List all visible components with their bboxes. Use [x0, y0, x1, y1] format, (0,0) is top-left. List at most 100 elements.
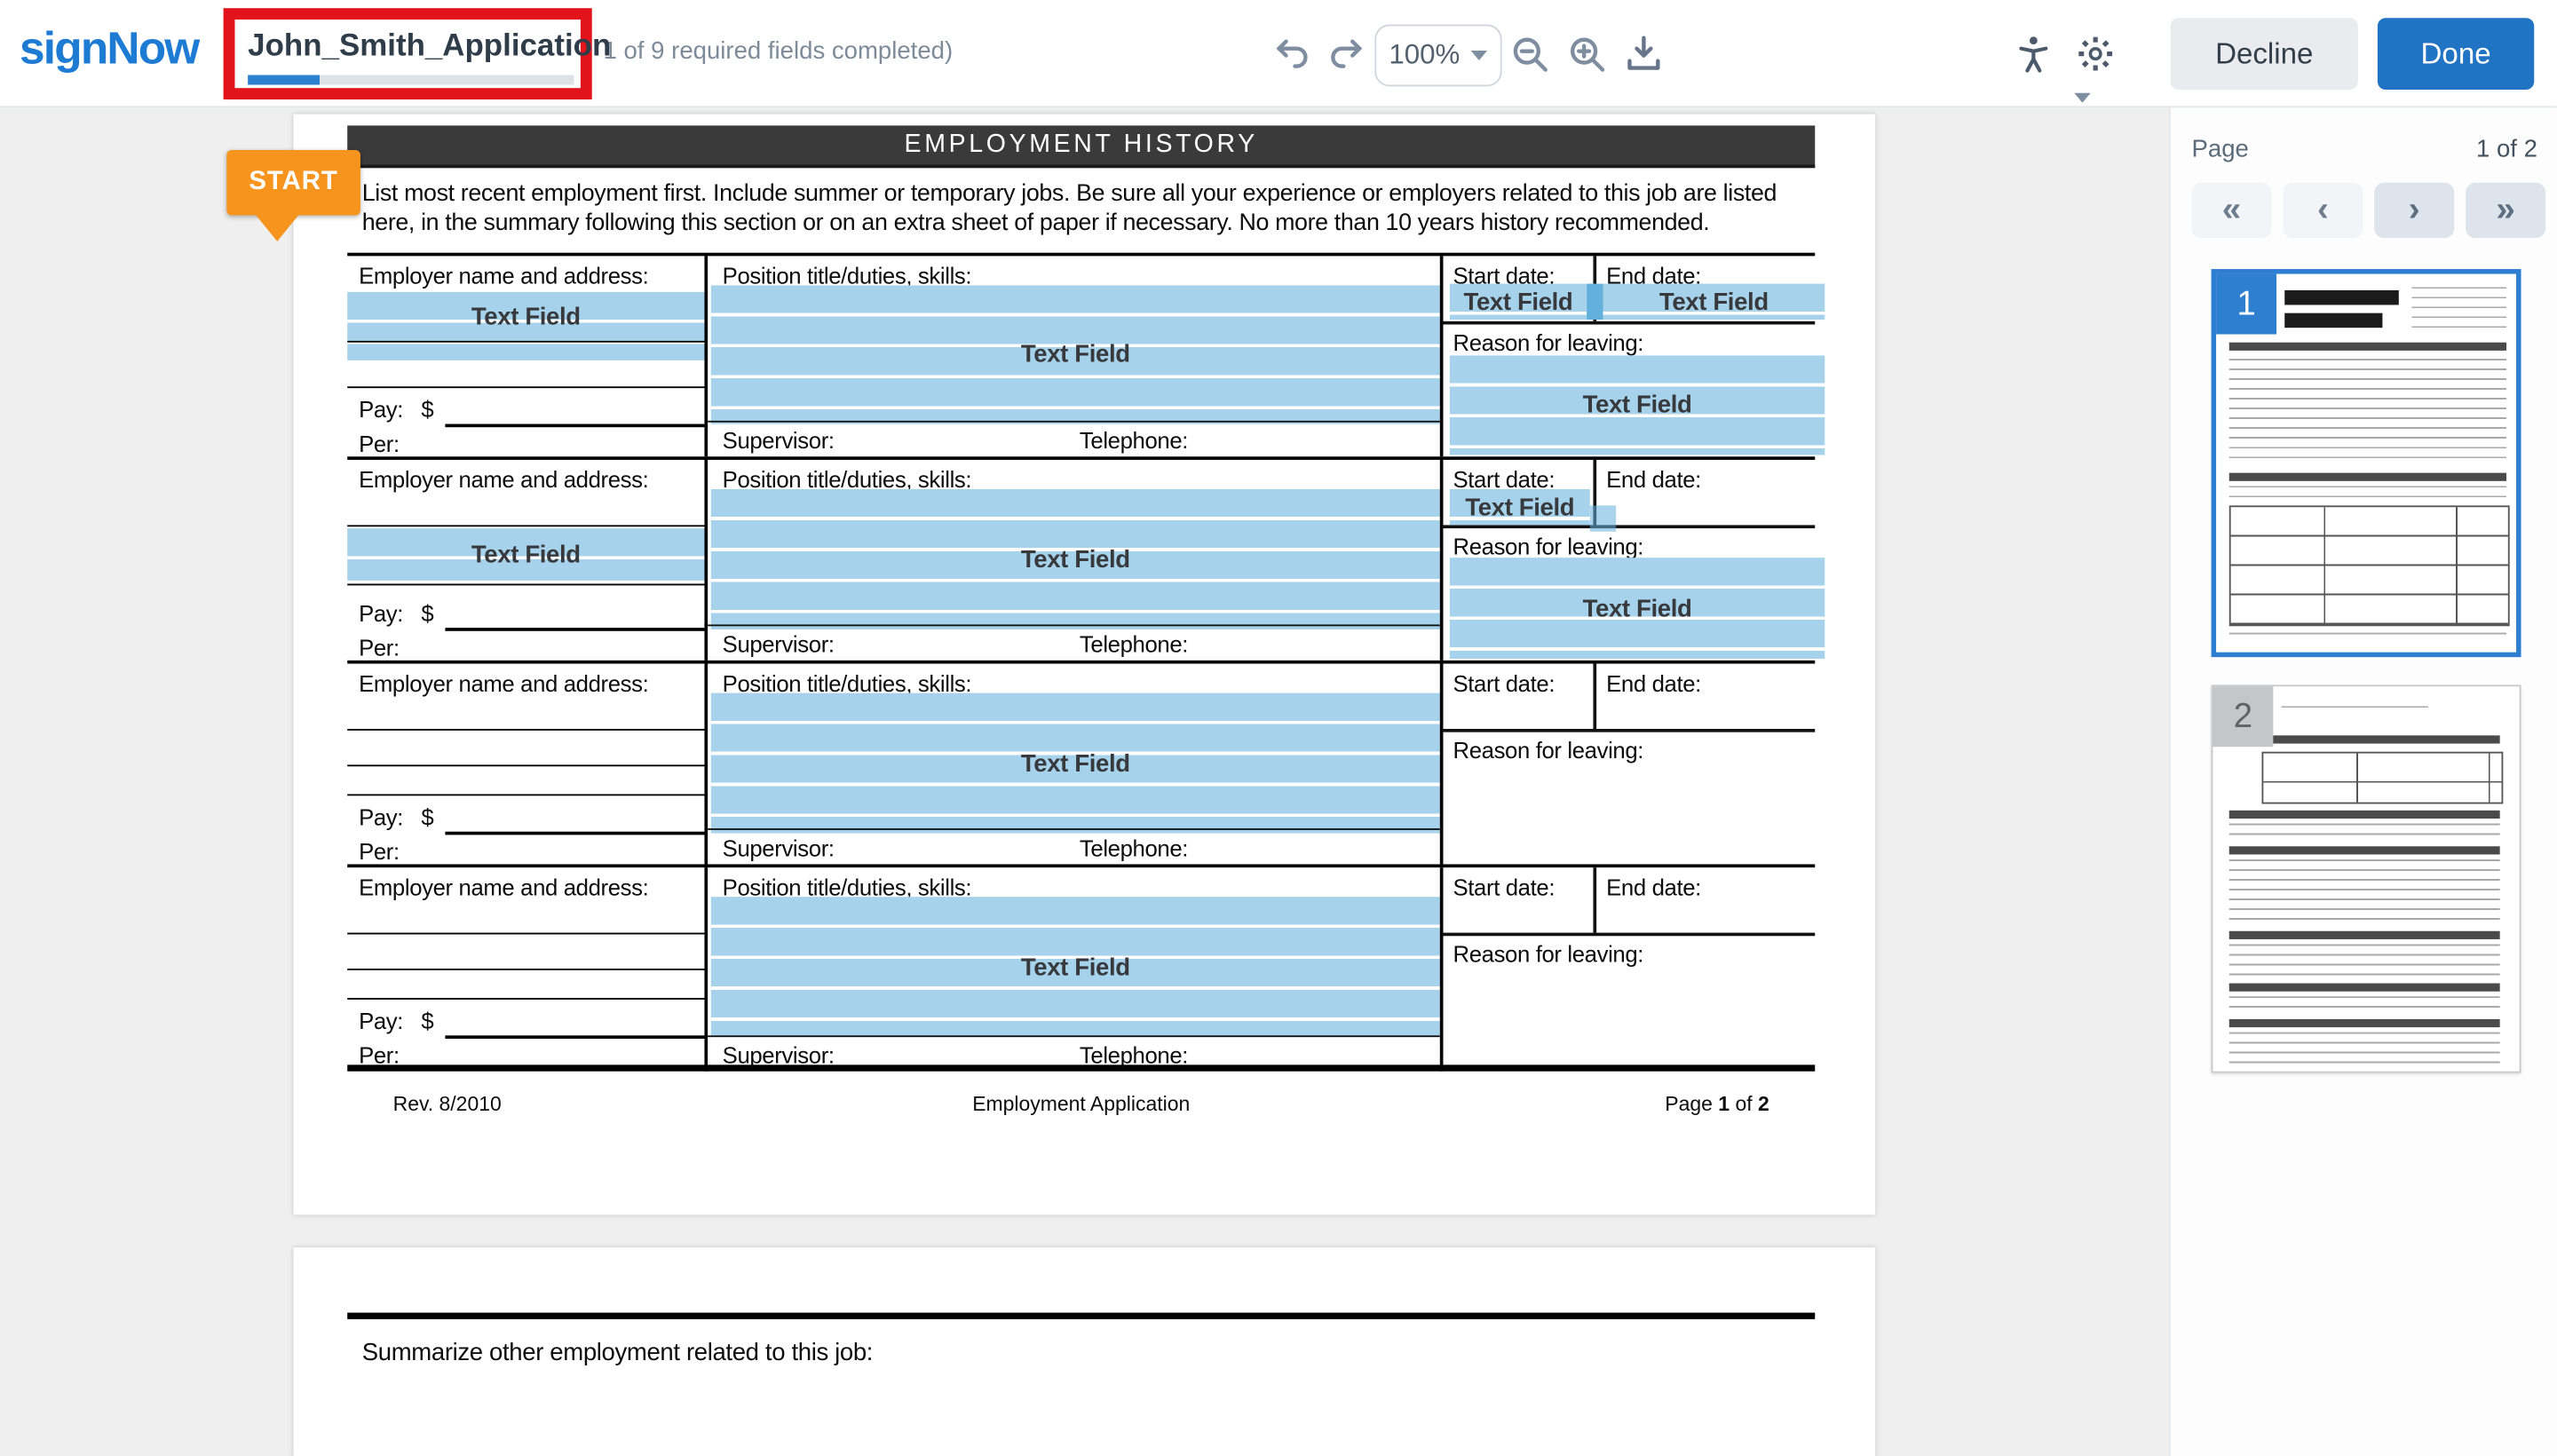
per-label: Per: — [359, 431, 400, 456]
document-page-2: Summarize other employment related to th… — [294, 1247, 1876, 1456]
telephone-label: Telephone: — [1080, 1042, 1188, 1068]
employment-history-table: Employer name and address: Text Field Pa… — [347, 253, 1815, 1072]
settings-button[interactable] — [2074, 33, 2139, 75]
employer-text-field[interactable]: Text Field — [347, 292, 704, 341]
reason-text-field[interactable]: Text Field — [1450, 355, 1825, 455]
thumbnail-1-badge: 1 — [2216, 274, 2276, 335]
document-viewer: START EMPLOYMENT HISTORY List most recen… — [0, 106, 2169, 1456]
zoom-in-icon — [1565, 54, 1608, 82]
summarize-label: Summarize other employment related to th… — [362, 1339, 873, 1366]
employer-label: Employer name and address: — [359, 466, 648, 492]
position-text-field[interactable]: Text Field — [711, 489, 1440, 629]
supervisor-label: Supervisor: — [723, 427, 835, 453]
page-thumbnail-2[interactable]: 2 — [2212, 684, 2521, 1072]
reason-label: Reason for leaving: — [1453, 737, 1643, 763]
signnow-logo: signNow — [20, 23, 198, 75]
reason-text-field[interactable]: Text Field — [1450, 558, 1825, 659]
required-fields-status: 1 of 9 required fields completed) — [604, 37, 954, 65]
pay-label: Pay: — [359, 600, 403, 626]
section-intro-text: List most recent employment first. Inclu… — [362, 179, 1814, 238]
undo-button[interactable] — [1272, 33, 1315, 75]
zoom-out-icon — [1508, 54, 1551, 82]
employment-block-3: Employer name and address: Pay: $ Per: P… — [347, 664, 1815, 868]
employer-label: Employer name and address: — [359, 670, 648, 696]
download-button[interactable] — [1623, 33, 1666, 75]
field-overlap — [1587, 284, 1603, 320]
pay-label: Pay: — [359, 1008, 403, 1033]
next-page-button[interactable]: › — [2374, 183, 2454, 238]
start-date-label: Start date: — [1453, 670, 1555, 696]
end-date-label: End date: — [1606, 874, 1701, 899]
start-date-text-field[interactable]: Text Field — [1450, 284, 1587, 320]
chevron-down-icon — [1471, 51, 1487, 60]
employer-label: Employer name and address: — [359, 263, 648, 289]
per-label: Per: — [359, 634, 400, 660]
supervisor-label: Supervisor: — [723, 835, 835, 860]
end-date-label: End date: — [1606, 670, 1701, 696]
double-chevron-right-icon: » — [2496, 191, 2514, 230]
accessibility-icon — [2012, 54, 2054, 82]
accessibility-button[interactable] — [2012, 33, 2054, 75]
per-label: Per: — [359, 1042, 400, 1068]
per-label: Per: — [359, 838, 400, 864]
page-label: Page — [2192, 135, 2249, 162]
dollar-sign: $ — [421, 1008, 433, 1033]
telephone-label: Telephone: — [1080, 835, 1188, 860]
first-page-button[interactable]: « — [2192, 183, 2272, 238]
double-chevron-left-icon: « — [2222, 191, 2241, 230]
end-date-text-field[interactable]: Text Field — [1603, 284, 1825, 320]
pay-label: Pay: — [359, 803, 403, 829]
download-icon — [1623, 54, 1666, 82]
employer-text-field-extra[interactable] — [347, 344, 704, 360]
employment-block-1: Employer name and address: Text Field Pa… — [347, 256, 1815, 460]
employment-history-header: EMPLOYMENT HISTORY — [347, 125, 1815, 168]
last-page-button[interactable]: » — [2466, 183, 2545, 238]
dollar-sign: $ — [421, 396, 433, 422]
done-button[interactable]: Done — [2378, 18, 2534, 90]
dollar-sign: $ — [421, 803, 433, 829]
document-title: John_Smith_Application — [248, 29, 611, 65]
employment-block-2: Employer name and address: Text Field Pa… — [347, 460, 1815, 664]
telephone-label: Telephone: — [1080, 631, 1188, 657]
start-date-label: Start date: — [1453, 874, 1555, 899]
zoom-level-select[interactable]: 100% — [1374, 25, 1501, 87]
supervisor-label: Supervisor: — [723, 1042, 835, 1068]
progress-fill — [248, 75, 320, 84]
zoom-out-button[interactable] — [1508, 33, 1551, 75]
document-page-1: EMPLOYMENT HISTORY List most recent empl… — [294, 115, 1876, 1215]
undo-icon — [1272, 54, 1315, 82]
decline-button[interactable]: Decline — [2171, 18, 2358, 90]
previous-page-button[interactable]: ‹ — [2283, 183, 2363, 238]
reason-label: Reason for leaving: — [1453, 329, 1643, 355]
page-navigation: « ‹ › » — [2192, 183, 2546, 238]
page-thumbnail-1[interactable]: 1 — [2212, 269, 2521, 657]
employment-block-4: Employer name and address: Pay: $ Per: P… — [347, 867, 1815, 1072]
completion-progress-bar — [248, 75, 574, 84]
employer-label: Employer name and address: — [359, 874, 648, 899]
gear-icon — [2074, 33, 2117, 75]
thumbnail-2-badge: 2 — [2213, 686, 2273, 747]
start-here-tag[interactable]: START — [226, 150, 360, 215]
chevron-right-icon: › — [2409, 191, 2420, 230]
start-date-text-field[interactable]: Text Field — [1450, 489, 1590, 525]
zoom-in-button[interactable] — [1565, 33, 1608, 75]
page-indicator: 1 of 2 — [2476, 135, 2537, 162]
position-text-field[interactable]: Text Field — [711, 897, 1440, 1037]
redo-icon — [1324, 54, 1366, 82]
reason-label: Reason for leaving: — [1453, 941, 1643, 967]
toolbar: signNow John_Smith_Application 1 of 9 re… — [0, 0, 2557, 107]
telephone-label: Telephone: — [1080, 427, 1188, 453]
zoom-level-value: 100% — [1389, 39, 1460, 72]
redo-button[interactable] — [1324, 33, 1366, 75]
employer-text-field[interactable]: Text Field — [347, 528, 704, 581]
page-number-text: Page 1 of 2 — [1665, 1093, 1769, 1116]
position-text-field[interactable]: Text Field — [711, 285, 1440, 423]
footer-title: Employment Application — [347, 1093, 1815, 1116]
position-text-field[interactable]: Text Field — [711, 693, 1440, 834]
pages-sidebar: Page 1 of 2 « ‹ › » 1 2 — [2169, 106, 2557, 1456]
pay-label: Pay: — [359, 396, 403, 422]
reason-label: Reason for leaving: — [1453, 534, 1643, 559]
section-divider-line — [347, 1313, 1815, 1318]
dollar-sign: $ — [421, 600, 433, 626]
supervisor-label: Supervisor: — [723, 631, 835, 657]
